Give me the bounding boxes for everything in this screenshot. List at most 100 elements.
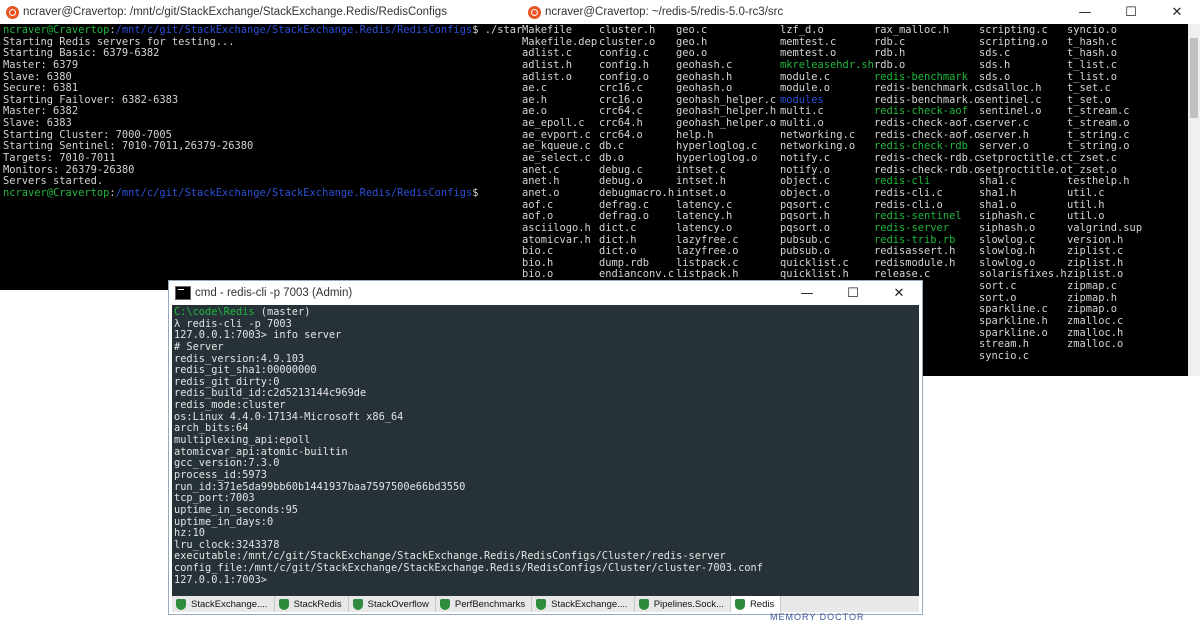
console-tab[interactable]: StackRedis	[275, 596, 349, 612]
file-item: valgrind.sup	[1067, 221, 1143, 234]
file-column: cluster.h cluster.o config.c config.h config…	[599, 24, 675, 281]
file-item: sparkline.h	[979, 315, 1048, 328]
file-item: zmalloc.o	[1067, 338, 1124, 351]
left-terminal-output[interactable]: ncraver@Cravertop:/mnt/c/git/StackExchan…	[0, 24, 522, 290]
scrollbar-thumb[interactable]	[1190, 38, 1198, 118]
maximize-button[interactable]: ☐	[1108, 0, 1154, 24]
shield-icon	[176, 598, 186, 610]
minimize-button[interactable]: —	[1062, 0, 1108, 24]
console-tab[interactable]: Redis	[730, 596, 782, 612]
file-item: sort.c	[979, 280, 1017, 293]
tab-label: StackRedis	[293, 598, 342, 610]
output-line: Master: 6382	[3, 105, 79, 118]
file-item: redis-check-rdb.c	[874, 152, 981, 165]
ubuntu-icon	[6, 5, 19, 19]
file-item: util.c	[1067, 186, 1105, 199]
file-item: debugmacro.h	[599, 186, 675, 199]
cmd-output-line: 127.0.0.1:7003> info server	[174, 329, 342, 342]
file-item: notify.c	[780, 152, 831, 165]
cmd-output-line: # Server	[174, 340, 224, 353]
tab-label: StackExchange....	[551, 598, 628, 610]
file-item: rax_malloc.h	[874, 24, 950, 36]
file-column: syncio.o t_hash.c t_hash.o t_list.c t_list.o…	[1067, 24, 1143, 351]
console-tab[interactable]: StackExchange....	[172, 596, 275, 612]
right-terminal-scrollbar[interactable]	[1188, 24, 1200, 376]
file-item: Makefile	[522, 24, 573, 36]
close-button[interactable]: ✕	[876, 281, 922, 305]
cmd-window[interactable]: cmd - redis-cli -p 7003 (Admin) — ☐ ✕ C:…	[168, 280, 923, 615]
file-item: ae_select.c	[522, 152, 591, 165]
file-column: scripting.c scripting.o sds.c sds.h sds.o sds…	[979, 24, 1067, 363]
file-item: zmalloc.c	[1067, 315, 1124, 328]
output-line: Master: 6379	[3, 58, 79, 71]
file-item: asciilogo.h	[522, 221, 591, 234]
left-terminal-window[interactable]: ncraver@Cravertop: /mnt/c/git/StackExcha…	[0, 0, 522, 290]
output-line: Slave: 6380	[3, 70, 72, 83]
tab-label: Redis	[749, 598, 775, 610]
minimize-button[interactable]: —	[784, 281, 830, 305]
left-terminal-titlebar[interactable]: ncraver@Cravertop: /mnt/c/git/StackExcha…	[0, 0, 522, 24]
cmd-output-line: config_file:/mnt/c/git/StackExchange/Sta…	[174, 562, 763, 575]
ubuntu-icon	[528, 5, 541, 19]
file-item: mkreleasehdr.sh	[780, 58, 874, 71]
file-item: db.o	[599, 152, 625, 165]
file-item: latency.o	[676, 221, 733, 234]
output-line: Starting Basic: 6379-6382	[3, 47, 160, 60]
file-item: config.h	[599, 58, 650, 71]
file-item: t_list.c	[1067, 58, 1118, 71]
file-item: scripting.c	[979, 24, 1048, 36]
file-column: lzf_d.o memtest.c memtest.o mkreleasehdr.sh…	[780, 24, 874, 281]
file-item: redis-cli.c	[874, 186, 943, 199]
file-item: intset.o	[676, 186, 727, 199]
left-terminal-title: ncraver@Cravertop: /mnt/c/git/StackExcha…	[23, 6, 447, 18]
cmd-output-line: uptime_in_days:0	[174, 515, 274, 528]
right-terminal-title: ncraver@Cravertop: ~/redis-5/redis-5.0-r…	[545, 6, 784, 18]
cmd-output-line: redis_git_sha1:00000000	[174, 364, 317, 377]
cmd-output-line: redis_build_id:c2d5213144c969de	[174, 387, 367, 400]
file-item: lzf_d.o	[780, 24, 824, 36]
tab-label: StackOverflow	[367, 598, 429, 610]
tab-label: PerfBenchmarks	[454, 598, 526, 610]
cmd-output-line: uptime_in_seconds:95	[174, 503, 298, 516]
cmd-title: cmd - redis-cli -p 7003 (Admin)	[195, 287, 353, 299]
file-item: adlist.h	[522, 58, 573, 71]
end-prompt-line: ncraver@Cravertop:/mnt/c/git/StackExchan…	[3, 186, 479, 199]
file-item: dict.c	[599, 221, 637, 234]
background-text: MEMORY DOCTOR	[770, 612, 865, 622]
file-item: rdb.o	[874, 58, 906, 71]
console-tab[interactable]: PerfBenchmarks	[436, 596, 533, 612]
cmd-output-line: run_id:371e5da99bb60b1441937baa7597500e6…	[174, 480, 466, 493]
tab-label: Pipelines.Sock...	[653, 598, 724, 610]
right-terminal-titlebar[interactable]: ncraver@Cravertop: ~/redis-5/redis-5.0-r…	[522, 0, 1200, 24]
cmd-icon	[175, 286, 191, 300]
cmd-output-line: multiplexing_api:epoll	[174, 434, 311, 447]
file-item: pqsort.o	[780, 221, 831, 234]
cmd-titlebar[interactable]: cmd - redis-cli -p 7003 (Admin) — ☐ ✕	[169, 281, 922, 305]
cmd-output-line: atomicvar_api:atomic-builtin	[174, 445, 348, 458]
file-item: anet.o	[522, 186, 560, 199]
file-item: syncio.c	[979, 349, 1030, 362]
console-tab[interactable]: StackExchange....	[532, 596, 635, 612]
console-tab[interactable]: StackOverflow	[349, 596, 436, 612]
cmd-output-line: hz:10	[174, 527, 205, 540]
cmd-output[interactable]: C:\code\Redis (master) λ redis-cli -p 70…	[172, 305, 919, 596]
shield-icon	[638, 598, 649, 610]
file-item: setproctitle.c	[979, 152, 1067, 165]
file-item: redis-server	[874, 221, 950, 234]
console-tab[interactable]: Pipelines.Sock...	[635, 596, 731, 612]
command-line: ncraver@Cravertop:/mnt/c/git/StackExchan…	[3, 24, 522, 36]
file-item: cluster.h	[599, 24, 656, 36]
output-line: Starting Failover: 6382-6383	[3, 93, 179, 106]
file-column: Makefile Makefile.dep adlist.c adlist.h adli…	[522, 24, 597, 281]
file-column: geo.c geo.h geo.o geohash.c geohash.h geohash…	[676, 24, 776, 281]
maximize-button[interactable]: ☐	[830, 281, 876, 305]
file-item: geo.c	[676, 24, 708, 36]
file-item: sds.h	[979, 58, 1011, 71]
file-item: syncio.o	[1067, 24, 1118, 36]
close-button[interactable]: ✕	[1154, 0, 1200, 24]
shield-icon	[536, 598, 547, 610]
file-item: sha1.h	[979, 186, 1017, 199]
shield-icon	[278, 598, 289, 610]
file-item: siphash.o	[979, 221, 1036, 234]
tab-label: StackExchange....	[191, 598, 268, 610]
